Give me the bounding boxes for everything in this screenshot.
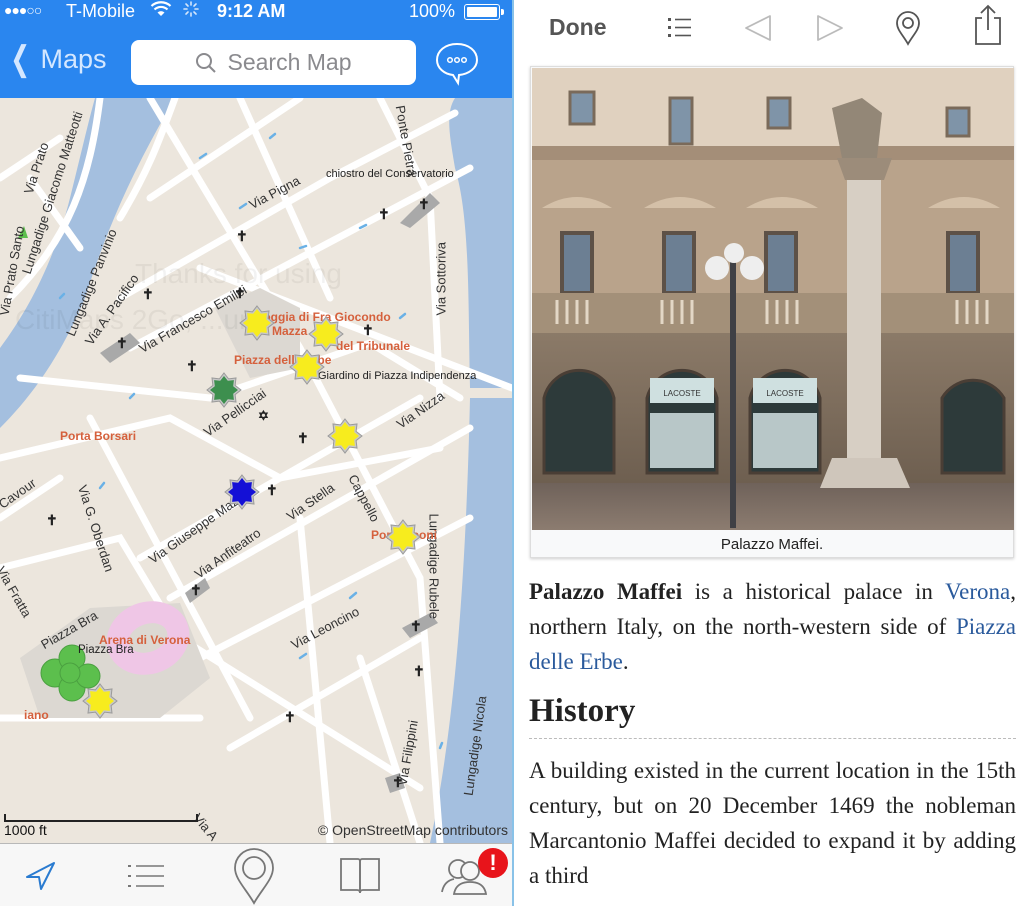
tab-guide[interactable] bbox=[320, 844, 400, 906]
church-icon: ✝ bbox=[362, 322, 374, 338]
back-button[interactable]: ❮ Maps bbox=[6, 40, 107, 78]
status-bar: ●●●○○ T-Mobile 9:12 AM 100% bbox=[0, 0, 512, 26]
article-panel: Done LACOSTE LACOSTE Palazzo Maffei. Pal… bbox=[514, 0, 1024, 906]
forward-button[interactable] bbox=[812, 10, 848, 46]
wifi-icon bbox=[150, 0, 172, 23]
map-scale-bar bbox=[4, 814, 198, 822]
carrier-name: T-Mobile bbox=[66, 1, 136, 21]
location-arrow-icon bbox=[26, 861, 55, 890]
search-map-input[interactable]: Search Map bbox=[131, 40, 416, 85]
map-marker-yellow[interactable] bbox=[82, 683, 118, 719]
church-icon: ✝ bbox=[234, 285, 246, 301]
palazzo-maffei-photo[interactable]: LACOSTE LACOSTE bbox=[532, 68, 1014, 530]
map-pin-icon bbox=[896, 11, 920, 46]
street-label: Via Sottoriva bbox=[433, 242, 449, 316]
church-icon: ✝ bbox=[284, 709, 296, 725]
tab-list[interactable] bbox=[106, 844, 186, 906]
battery-percent: 100% bbox=[409, 1, 456, 21]
church-icon: ✝ bbox=[116, 335, 128, 351]
map-pin-icon bbox=[234, 847, 274, 905]
church-icon: ✝ bbox=[46, 512, 58, 528]
tab-current-location[interactable] bbox=[0, 844, 80, 906]
clock: 9:12 AM bbox=[217, 1, 286, 21]
map-attribution[interactable]: © OpenStreetMap contributors bbox=[318, 822, 508, 838]
church-icon: ✝ bbox=[142, 286, 154, 302]
link-verona[interactable]: Verona bbox=[945, 579, 1010, 604]
share-button[interactable] bbox=[970, 4, 1006, 46]
back-button[interactable] bbox=[740, 10, 776, 46]
done-button[interactable]: Done bbox=[549, 14, 607, 41]
speech-bubble-ellipsis-icon bbox=[435, 42, 479, 86]
church-icon: ✝ bbox=[392, 774, 404, 790]
tab-places[interactable] bbox=[214, 844, 294, 906]
back-arrow-icon bbox=[745, 15, 771, 41]
notification-badge: ! bbox=[478, 848, 508, 878]
shop-sign: LACOSTE bbox=[663, 389, 700, 398]
poi-label: chiostro del Conservatorio bbox=[326, 168, 454, 180]
battery-icon bbox=[464, 4, 504, 20]
map-marker-yellow[interactable] bbox=[327, 418, 363, 454]
forward-arrow-icon bbox=[817, 15, 843, 41]
church-icon: ✝ bbox=[418, 196, 430, 212]
church-icon: ✝ bbox=[190, 582, 202, 598]
church-icon: ✝ bbox=[410, 618, 422, 634]
back-label: Maps bbox=[40, 43, 107, 74]
toc-button[interactable] bbox=[661, 10, 697, 46]
chat-button[interactable] bbox=[434, 40, 480, 86]
article-figure[interactable]: LACOSTE LACOSTE Palazzo Maffei. bbox=[530, 66, 1014, 558]
list-icon bbox=[128, 864, 164, 887]
section-heading-history: History bbox=[529, 693, 1016, 739]
figure-caption: Palazzo Maffei. bbox=[720, 536, 824, 553]
poi-label: Mazza bbox=[272, 324, 308, 338]
church-icon: ✝ bbox=[413, 663, 425, 679]
shop-sign: LACOSTE bbox=[766, 389, 803, 398]
article-title-bold: Palazzo Maffei bbox=[529, 579, 683, 604]
poi-label: Giardino di Piazza Indipendenza bbox=[318, 370, 477, 382]
article-body: Palazzo Maffei is a historical palace in… bbox=[529, 574, 1016, 893]
history-paragraph: A building existed in the current locati… bbox=[529, 758, 1016, 888]
synagogue-icon: ✡ bbox=[258, 408, 269, 423]
church-icon: ✝ bbox=[297, 430, 309, 446]
church-icon: ✝ bbox=[236, 228, 248, 244]
map-marker-yellow[interactable] bbox=[385, 519, 421, 555]
map-marker-yellow[interactable] bbox=[239, 305, 275, 341]
search-icon bbox=[196, 52, 217, 73]
poi-label: del Tribunale bbox=[336, 339, 411, 353]
church-icon: ✝ bbox=[378, 206, 390, 222]
signal-strength-icon: ●●●○○ bbox=[4, 2, 42, 18]
map-marker-yellow[interactable] bbox=[308, 316, 344, 352]
article-toolbar: Done bbox=[514, 0, 1024, 58]
map-scale-label: 1000 ft bbox=[4, 822, 47, 838]
poi-label: Porta Borsari bbox=[60, 429, 137, 443]
chevron-left-icon: ❮ bbox=[10, 40, 31, 78]
show-on-map-button[interactable] bbox=[890, 10, 926, 46]
poi-label: Piazza Bra bbox=[78, 644, 134, 656]
activity-spinner-icon bbox=[182, 0, 200, 23]
tab-bar bbox=[0, 843, 512, 906]
poi-label: iano bbox=[24, 708, 49, 722]
intro-paragraph: Palazzo Maffei is a historical palace in… bbox=[529, 579, 1016, 674]
search-placeholder: Search Map bbox=[227, 49, 352, 75]
book-icon bbox=[340, 857, 380, 893]
church-icon: ✝ bbox=[186, 358, 198, 374]
navigation-bar: ●●●○○ T-Mobile 9:12 AM 100% ❮ Maps Searc… bbox=[0, 0, 512, 98]
map-app: ●●●○○ T-Mobile 9:12 AM 100% ❮ Maps Searc… bbox=[0, 0, 512, 906]
map-view[interactable]: Thanks for using CitiMaps 2Go, ...ur Via… bbox=[0, 98, 512, 843]
map-marker-blue[interactable] bbox=[224, 474, 260, 510]
map-marker-green[interactable] bbox=[206, 372, 242, 408]
map-marker-yellow[interactable] bbox=[289, 349, 325, 385]
toc-list-icon bbox=[668, 18, 691, 37]
church-icon: ✝ bbox=[266, 482, 278, 498]
share-icon bbox=[975, 4, 1001, 45]
